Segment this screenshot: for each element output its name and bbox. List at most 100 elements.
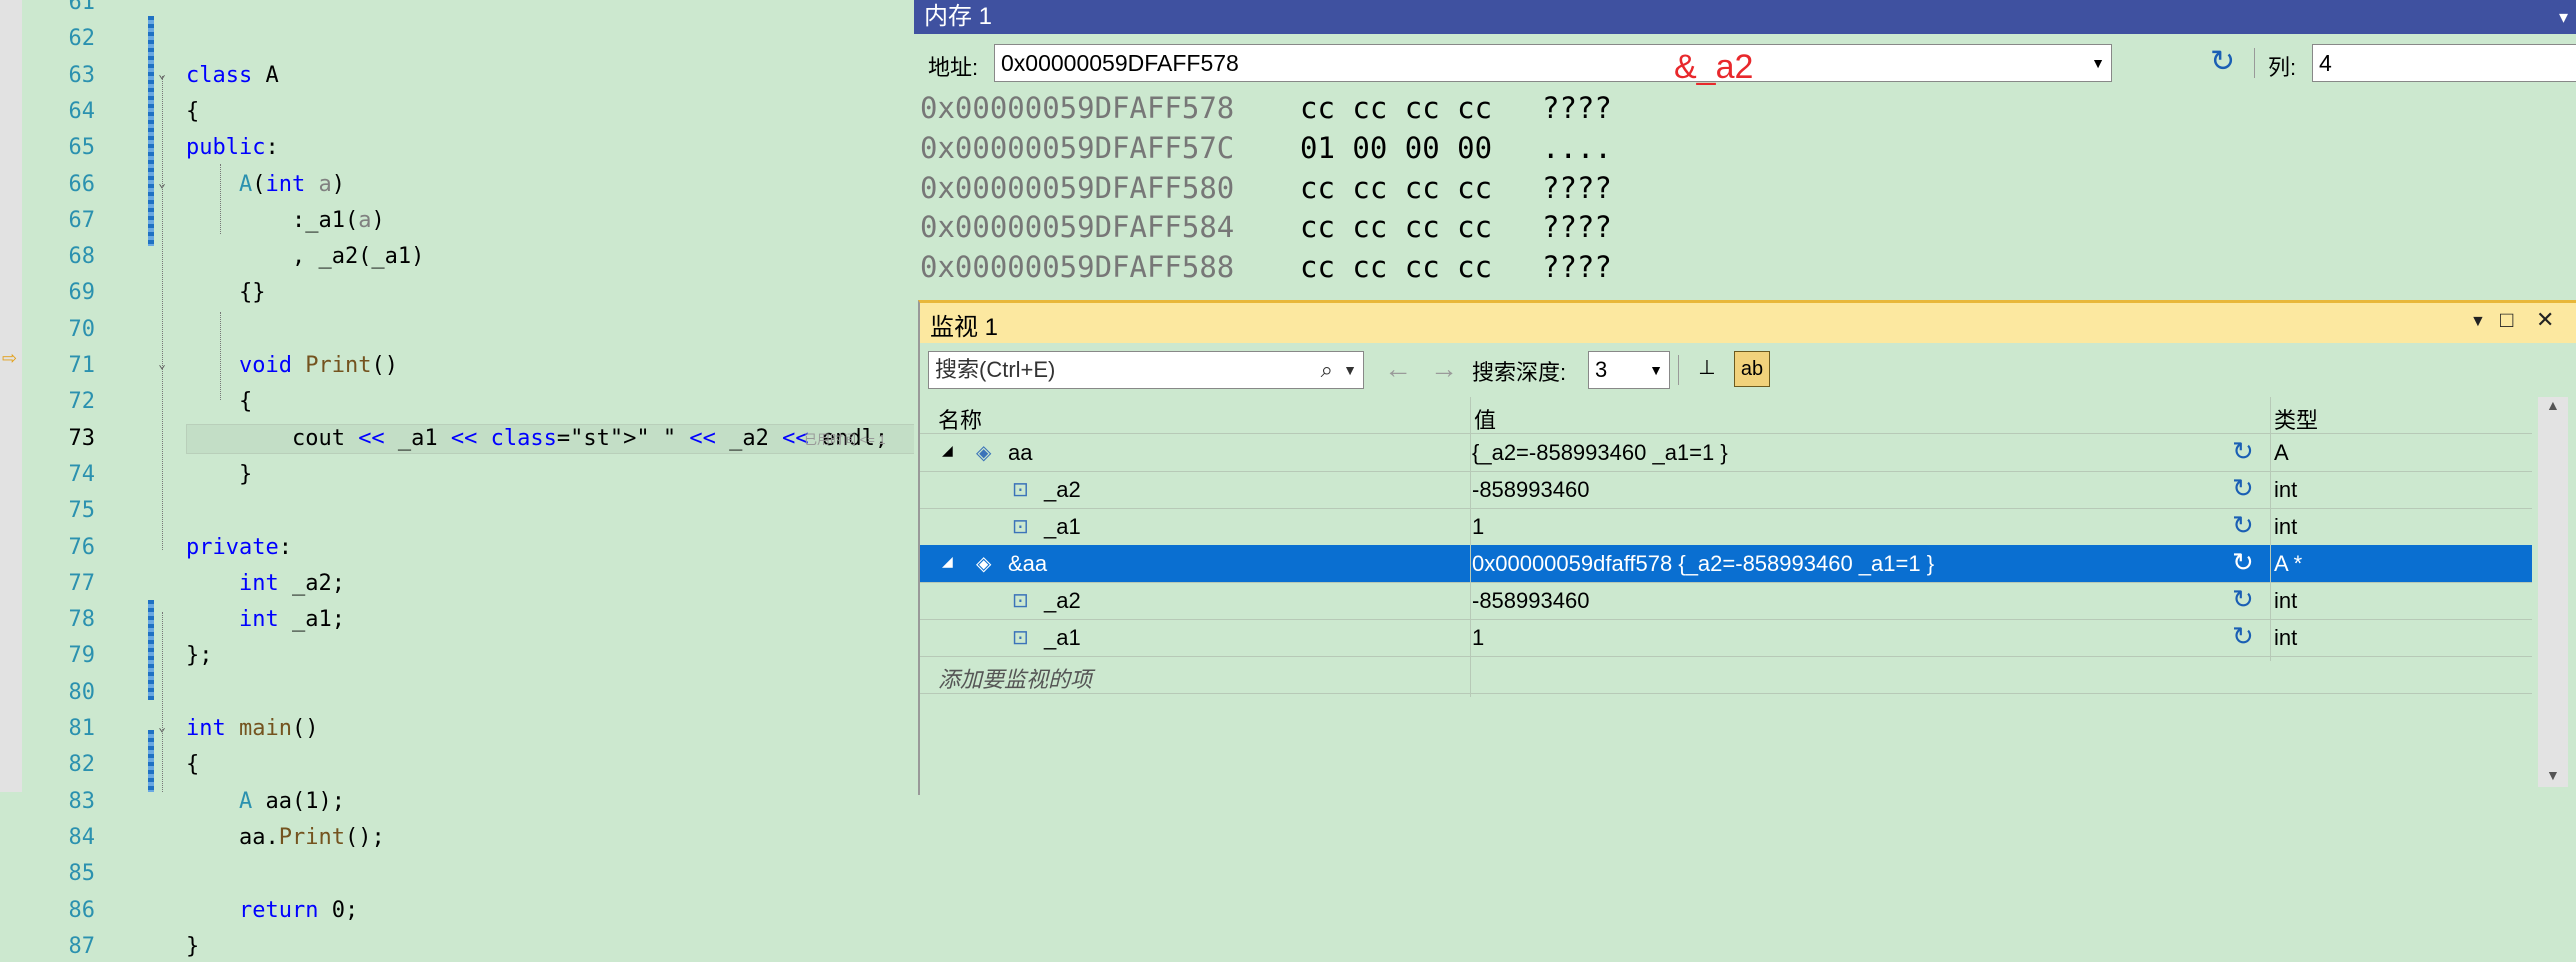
- code-line[interactable]: 85: [0, 859, 920, 889]
- code-line[interactable]: 66 ⌄ A(int a): [0, 170, 920, 200]
- memory-bytes[interactable]: cc cc cc cc: [1300, 207, 1492, 247]
- watch-row[interactable]: ⊡ _a1 1 ↻ int: [920, 508, 2532, 546]
- memory-row[interactable]: 0x00000059DFAFF57C 01 00 00 00....: [920, 128, 1612, 168]
- memory-bytes[interactable]: cc cc cc cc: [1300, 168, 1492, 208]
- close-icon[interactable]: ✕: [2536, 307, 2554, 333]
- watch-name[interactable]: _a1: [1044, 625, 1081, 651]
- column-divider[interactable]: [2270, 397, 2271, 661]
- memory-ascii[interactable]: ????: [1542, 168, 1612, 208]
- refresh-icon[interactable]: ↻: [2232, 547, 2254, 578]
- chevron-down-icon[interactable]: ▾: [2559, 0, 2568, 34]
- search-input[interactable]: 搜索(Ctrl+E) ⌕ ▼: [928, 351, 1364, 389]
- code-line[interactable]: 72 {: [0, 387, 920, 417]
- memory-bytes[interactable]: 01 00 00 00: [1300, 128, 1492, 168]
- refresh-icon[interactable]: ↻: [2232, 510, 2254, 541]
- watch-value[interactable]: 0x00000059dfaff578 {_a2=-858993460 _a1=1…: [1472, 551, 1934, 577]
- memory-ascii[interactable]: ....: [1542, 128, 1612, 168]
- code-line[interactable]: 87}: [0, 932, 920, 962]
- add-watch-row[interactable]: 添加要监视的项: [920, 656, 2532, 694]
- code-line[interactable]: 74 }: [0, 460, 920, 490]
- refresh-icon[interactable]: ↻: [2232, 436, 2254, 467]
- watch-name[interactable]: &aa: [1008, 551, 1047, 577]
- refresh-icon[interactable]: ↻: [2232, 584, 2254, 615]
- watch-value[interactable]: -858993460: [1472, 477, 1589, 503]
- watch-window-title-bar[interactable]: 监视 1 ▼ □ ✕: [920, 303, 2576, 343]
- watch-row[interactable]: ⊡ _a2 -858993460 ↻ int: [920, 582, 2532, 620]
- watch-name[interactable]: aa: [1008, 440, 1032, 466]
- memory-bytes[interactable]: cc cc cc cc: [1300, 247, 1492, 287]
- chevron-down-icon[interactable]: ▼: [2470, 313, 2486, 331]
- search-icon[interactable]: ⌕: [1321, 352, 1333, 388]
- watch-name[interactable]: _a2: [1044, 477, 1081, 503]
- memory-ascii[interactable]: ????: [1542, 207, 1612, 247]
- code-line[interactable]: 69 {}: [0, 278, 920, 308]
- memory-ascii[interactable]: ????: [1542, 247, 1612, 287]
- watch-value[interactable]: 1: [1472, 625, 1484, 651]
- pin-icon[interactable]: ⊥: [1690, 351, 1724, 385]
- memory-row[interactable]: 0x00000059DFAFF578 cc cc cc cc????: [920, 88, 1612, 128]
- code-line[interactable]: 68 , _a2(_a1): [0, 242, 920, 272]
- watch-row[interactable]: ◢ ◈ aa {_a2=-858993460 _a1=1 } ↻ A: [920, 434, 2532, 472]
- code-line[interactable]: 63 ⌄ class A: [0, 61, 920, 91]
- expand-toggle-icon[interactable]: ◢: [942, 442, 953, 459]
- watch-name[interactable]: _a2: [1044, 588, 1081, 614]
- chevron-down-icon[interactable]: ▼: [1649, 352, 1663, 388]
- column-input[interactable]: 4: [2312, 44, 2576, 82]
- code-line[interactable]: 86 return 0;: [0, 896, 920, 926]
- code-line[interactable]: 71 ⌄ void Print(): [0, 351, 920, 381]
- arrow-left-icon[interactable]: ←: [1384, 353, 1412, 385]
- watch-value[interactable]: {_a2=-858993460 _a1=1 }: [1472, 440, 1728, 466]
- refresh-icon[interactable]: ↻: [2232, 473, 2254, 504]
- watch-value[interactable]: -858993460: [1472, 588, 1589, 614]
- scroll-up-icon[interactable]: ▲: [2546, 397, 2560, 413]
- watch-row[interactable]: ◢ ◈ &aa 0x00000059dfaff578 {_a2=-858993460 …: [920, 545, 2532, 583]
- code-line-current[interactable]: 73 cout << _a1 << class="st">" " << _a2 …: [0, 423, 922, 455]
- code-line[interactable]: 78 int _a1;: [0, 605, 920, 635]
- code-line[interactable]: 82 {: [0, 750, 920, 780]
- code-line[interactable]: 67 :_a1(a): [0, 206, 920, 236]
- vertical-scrollbar[interactable]: ▲ ▼: [2538, 397, 2568, 787]
- code-line[interactable]: 77 int _a2;: [0, 569, 920, 599]
- code-line[interactable]: 75: [0, 496, 920, 526]
- code-line[interactable]: 83 A aa(1);: [0, 787, 920, 817]
- column-divider[interactable]: [1470, 397, 1471, 697]
- memory-row[interactable]: 0x00000059DFAFF580 cc cc cc cc????: [920, 168, 1612, 208]
- code-line[interactable]: 81 ⌄ int main(): [0, 714, 920, 744]
- column-header-name[interactable]: 名称: [938, 403, 982, 435]
- code-line[interactable]: 64 {: [0, 97, 920, 127]
- code-line[interactable]: 80: [0, 678, 920, 708]
- address-input[interactable]: 0x00000059DFAFF578 ▼: [994, 44, 2112, 82]
- code-line[interactable]: 76 private:: [0, 533, 920, 563]
- watch-row[interactable]: ⊡ _a2 -858993460 ↻ int: [920, 471, 2532, 509]
- watch-name[interactable]: _a1: [1044, 514, 1081, 540]
- code-line[interactable]: 62: [0, 24, 920, 54]
- hex-display-icon[interactable]: ab: [1734, 351, 1770, 387]
- memory-bytes[interactable]: cc cc cc cc: [1300, 88, 1492, 128]
- arrow-right-icon[interactable]: →: [1430, 353, 1458, 385]
- refresh-icon[interactable]: ↻: [2210, 44, 2235, 79]
- code-line[interactable]: 65 public:: [0, 133, 920, 163]
- column-header-value[interactable]: 值: [1474, 403, 1496, 435]
- scroll-down-icon[interactable]: ▼: [2546, 767, 2560, 783]
- chevron-down-icon[interactable]: ▼: [1343, 352, 1357, 388]
- code-editor[interactable]: ⇨ 61 62 63 ⌄ class A 64{65 public: 66 ⌄ A(int a)…: [0, 0, 922, 959]
- code-line[interactable]: 61: [0, 0, 920, 18]
- search-depth-select[interactable]: 3 ▼: [1588, 351, 1670, 389]
- memory-row[interactable]: 0x00000059DFAFF584 cc cc cc cc????: [920, 207, 1612, 247]
- chevron-down-icon[interactable]: ▼: [2091, 45, 2105, 81]
- memory-row[interactable]: 0x00000059DFAFF588 cc cc cc cc????: [920, 247, 1612, 287]
- elapsed-time-hint[interactable]: 已用时间 <= 1: [804, 425, 886, 455]
- column-header-type[interactable]: 类型: [2274, 403, 2318, 435]
- line-number: 80: [68, 679, 96, 705]
- code-line[interactable]: 70: [0, 315, 920, 345]
- watch-value[interactable]: 1: [1472, 514, 1484, 540]
- memory-window-title-bar[interactable]: 内存 1 ▾: [914, 0, 2576, 34]
- code-line[interactable]: 79};: [0, 641, 920, 671]
- code-line[interactable]: 84 aa.Print();: [0, 823, 920, 853]
- expand-toggle-icon[interactable]: ◢: [942, 553, 953, 570]
- private-field-icon: ⊡: [1012, 590, 1029, 612]
- maximize-icon[interactable]: □: [2500, 307, 2513, 333]
- memory-ascii[interactable]: ????: [1542, 88, 1612, 128]
- refresh-icon[interactable]: ↻: [2232, 621, 2254, 652]
- watch-row[interactable]: ⊡ _a1 1 ↻ int: [920, 619, 2532, 657]
